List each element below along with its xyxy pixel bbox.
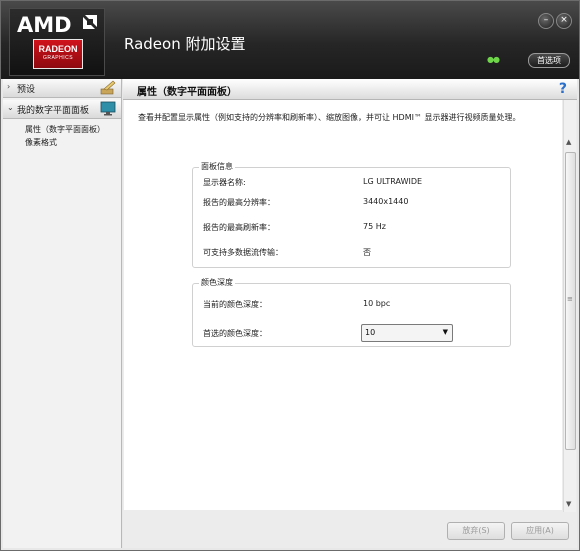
page-title: 属性（数字平面面板）	[137, 87, 237, 98]
app-title: Radeon 附加设置	[124, 35, 246, 53]
max-refresh-value: 75 Hz	[363, 222, 386, 231]
radeon-text: RADEON	[38, 44, 78, 54]
monitor-name-label: 显示器名称:	[203, 178, 246, 187]
amd-arrow-icon	[83, 15, 97, 29]
content-area: 查看并配置显示属性（例如支持的分辨率和刷新率）、缩放图像，并可让 HDMI™ 显…	[124, 100, 562, 510]
current-depth-value: 10 bpc	[363, 299, 391, 308]
color-depth-group: 颜色深度 当前的颜色深度： 10 bpc 首选的颜色深度： 10 ▼	[192, 277, 511, 347]
mst-value: 否	[363, 248, 371, 257]
preferred-depth-label: 首选的颜色深度：	[203, 329, 267, 338]
radeon-badge: RADEON GRAPHICS	[33, 39, 83, 69]
sidebar-group-label: 我的数字平面面板	[17, 106, 90, 116]
scroll-up-icon[interactable]: ▲	[566, 138, 571, 146]
page-header: 属性（数字平面面板） ?	[123, 79, 577, 100]
sidebar-group-presets[interactable]: › 预设	[3, 79, 121, 98]
scroll-grip-icon: ≡	[567, 295, 573, 303]
sidebar: › 预设 ⌄ 我的数字平面面板 属性（数字平面面板） 像素格式	[3, 79, 122, 548]
close-button[interactable]: ×	[556, 13, 572, 29]
dropdown-caret-icon: ▼	[442, 328, 448, 336]
preferred-depth-value: 10	[365, 328, 376, 337]
sidebar-item-pixel-format[interactable]: 像素格式	[25, 137, 57, 148]
title-bar[interactable]: AMD RADEON GRAPHICS Radeon 附加设置 – × ●● 首…	[1, 1, 579, 79]
pencil-icon	[100, 80, 116, 95]
amd-brand-text: AMD	[17, 13, 72, 37]
discard-button[interactable]: 放弃(S)	[447, 522, 505, 540]
color-depth-legend: 颜色深度	[199, 277, 235, 288]
preferred-depth-select[interactable]: 10 ▼	[361, 324, 453, 342]
footer-bar: 放弃(S) 应用(A)	[123, 512, 577, 548]
vertical-scrollbar[interactable]: ▲ ≡ ▼	[563, 100, 576, 512]
page-description: 查看并配置显示属性（例如支持的分辨率和刷新率）、缩放图像，并可让 HDMI™ 显…	[138, 113, 521, 122]
apply-button[interactable]: 应用(A)	[511, 522, 569, 540]
scroll-down-icon[interactable]: ▼	[566, 500, 571, 508]
graphics-text: GRAPHICS	[42, 55, 74, 61]
monitor-icon	[100, 101, 116, 116]
sidebar-item-properties[interactable]: 属性（数字平面面板）	[25, 124, 105, 135]
preferences-button[interactable]: 首选项	[528, 53, 570, 68]
main-panel: 属性（数字平面面板） ? 查看并配置显示属性（例如支持的分辨率和刷新率）、缩放图…	[123, 79, 577, 548]
status-dots-icon: ●●	[487, 55, 500, 64]
current-depth-label: 当前的颜色深度：	[203, 300, 267, 309]
chevron-down-icon: ⌄	[7, 103, 14, 112]
mst-label: 可支持多数据流传输：	[203, 248, 283, 257]
chevron-right-icon: ›	[7, 82, 11, 91]
max-refresh-label: 报告的最高刷新率：	[203, 223, 275, 232]
monitor-name-value: LG ULTRAWIDE	[363, 177, 423, 186]
max-resolution-label: 报告的最高分辨率：	[203, 198, 275, 207]
max-resolution-value: 3440x1440	[363, 197, 409, 206]
sidebar-group-label: 预设	[17, 85, 36, 95]
sidebar-group-my-digital-panel[interactable]: ⌄ 我的数字平面面板	[3, 100, 121, 119]
panel-info-legend: 面板信息	[199, 161, 235, 172]
minimize-button[interactable]: –	[538, 13, 554, 29]
app-window: AMD RADEON GRAPHICS Radeon 附加设置 – × ●● 首…	[0, 0, 580, 551]
panel-info-group: 面板信息 显示器名称: LG ULTRAWIDE 报告的最高分辨率： 3440x…	[192, 161, 511, 268]
help-icon[interactable]: ?	[559, 81, 567, 97]
amd-radeon-logo: AMD RADEON GRAPHICS	[9, 8, 105, 76]
